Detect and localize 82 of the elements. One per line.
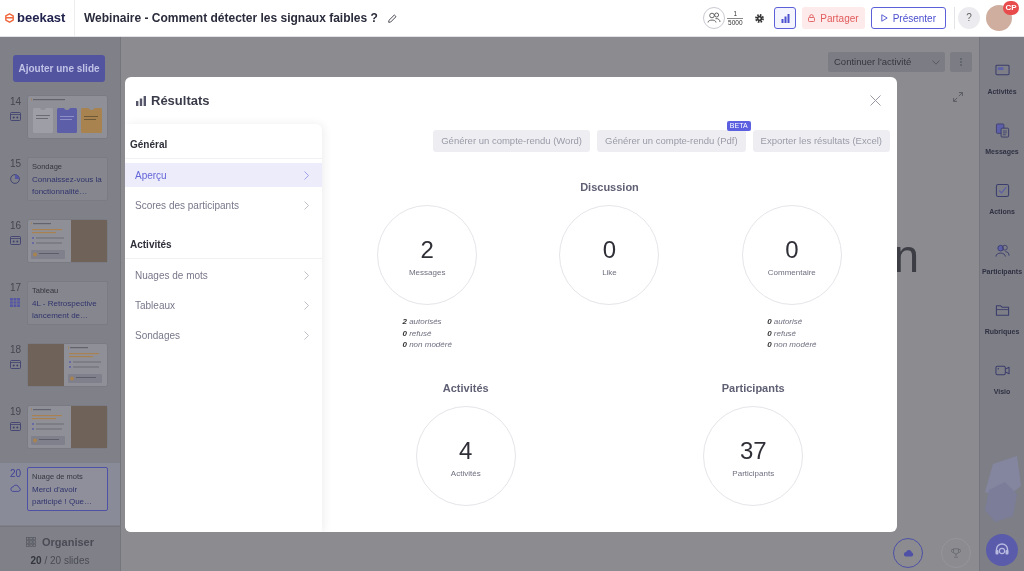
support-button[interactable] [986, 534, 1018, 566]
avatar-badge: CP [1003, 1, 1019, 15]
slide-number: 18 [10, 343, 22, 357]
stat-value: 0 [785, 237, 799, 264]
stat-value: 37 [739, 437, 767, 464]
stat-value: 2 [420, 237, 434, 264]
present-button[interactable]: Présenter [870, 7, 946, 29]
moderation-count: 0 refusé [402, 327, 432, 340]
people-icon [994, 243, 1010, 258]
stat-label: Activités [450, 468, 481, 479]
results-button[interactable] [774, 7, 797, 29]
stat-label: Like [602, 268, 617, 279]
moderation-count: 0 non modéré [767, 339, 817, 351]
table-icon [10, 298, 20, 307]
bee-logo-icon [5, 13, 14, 23]
documents-icon [994, 123, 1010, 138]
expand-icon[interactable] [953, 92, 963, 102]
folder-icon [994, 303, 1010, 318]
section-title: Discussion [580, 180, 639, 195]
stat-label: Participants [732, 468, 775, 479]
pencil-icon[interactable] [387, 13, 397, 23]
screen-icon [994, 63, 1010, 78]
slide-icon [10, 360, 21, 369]
section-title: Participants [721, 380, 785, 395]
video-camera-icon [994, 363, 1010, 378]
nav-section-heading: Activités [125, 231, 322, 259]
section-title: Activités [442, 380, 489, 395]
chevron-right-icon [304, 300, 309, 310]
moderation-count: 0 refusé [767, 327, 797, 340]
slide-icon [10, 236, 21, 245]
slide-title: 4L - Retrospective lancement de… [32, 298, 98, 322]
settings-icon[interactable] [755, 13, 765, 23]
nav-item[interactable]: Sondages [125, 323, 322, 347]
moderation-count: 0 autorisé [767, 316, 803, 328]
slide-title: Connaissez-vous la fonctionnalité… [32, 174, 103, 198]
slide-text: n [893, 234, 919, 278]
close-button[interactable] [870, 95, 881, 106]
slide-icon [10, 422, 21, 431]
stat-label: Commentaire [767, 268, 816, 279]
continue-activity-dropdown[interactable]: Continuer l'activité [828, 52, 945, 72]
moderation-count: 2 autorisés [402, 316, 442, 328]
export-button[interactable]: Générer un compte-rendu (Pdf) [597, 130, 746, 153]
cloud-icon [902, 549, 914, 557]
lock-icon [808, 14, 816, 22]
checkbox-icon [994, 183, 1010, 198]
export-button[interactable]: Générer un compte-rendu (Word) [433, 130, 590, 153]
close-icon [870, 95, 881, 106]
presentation-title: Webinaire - Comment détecter les signaux faibles ? [84, 10, 378, 26]
cloud-icon [10, 484, 21, 492]
chevron-right-icon [304, 270, 309, 280]
nav-item[interactable]: Nuages de mots [125, 263, 322, 287]
chevron-right-icon [304, 330, 309, 340]
export-button[interactable]: Exporter les résultats (Excel) [752, 130, 890, 153]
participants-icon[interactable] [703, 7, 726, 29]
play-icon [880, 14, 888, 22]
headset-icon [994, 542, 1010, 558]
chevron-right-icon [304, 200, 309, 210]
logo-text: beekast [17, 10, 66, 26]
stat-value: 0 [602, 237, 617, 264]
slide-number: 14 [10, 95, 22, 109]
nav-item[interactable]: Scores des participants [125, 193, 322, 217]
chevron-right-icon [304, 170, 309, 180]
nav-item[interactable]: Tableaux [125, 293, 322, 317]
moderation-count: 0 non modéré [402, 339, 452, 351]
trophy-icon [951, 548, 961, 558]
slide-number: 20 [10, 467, 22, 481]
slide-title: Merci d'avoir participé ! Que… [32, 484, 94, 508]
share-button[interactable]: Partager [802, 7, 865, 29]
caret-icon [932, 59, 940, 65]
bar-chart-icon [780, 13, 790, 23]
stat-label: Messages [408, 268, 446, 279]
dialog-title: Résultats [151, 92, 210, 109]
pie-chart-icon [10, 174, 20, 184]
slide-number: 16 [10, 219, 22, 233]
stat-value: 4 [459, 437, 473, 464]
nav-section-heading: Général [125, 131, 322, 159]
help-button[interactable]: ? [958, 7, 980, 29]
bar-chart-icon [136, 95, 146, 106]
slide-icon [10, 112, 21, 121]
add-slide-button[interactable]: Ajouter une slide [13, 55, 105, 82]
grid-icon [26, 537, 36, 547]
nav-item[interactable]: Aperçu [125, 163, 322, 187]
